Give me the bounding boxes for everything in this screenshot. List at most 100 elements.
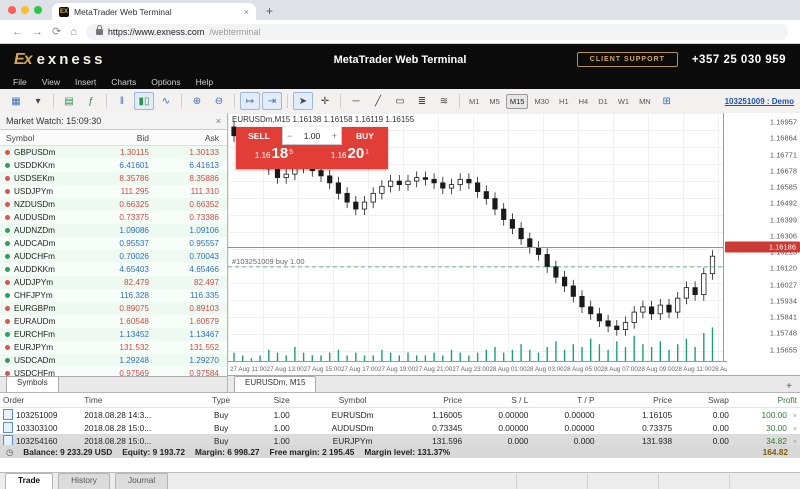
market-watch-row[interactable]: USDJPYm111.295111.310: [0, 185, 227, 198]
cycles-icon[interactable]: ≋: [434, 92, 454, 110]
ask-value: 0.66352: [157, 200, 227, 209]
add-chart-icon[interactable]: +: [786, 381, 792, 392]
volume-value[interactable]: 1.00: [304, 131, 321, 141]
menu-options[interactable]: Options: [151, 77, 180, 87]
text-label-icon[interactable]: ▭: [390, 92, 410, 110]
volume-stepper[interactable]: − 1.00 +: [282, 127, 342, 145]
orders-column-time[interactable]: Time: [81, 395, 191, 405]
market-watch-row[interactable]: AUDUSDm0.733750.73386: [0, 211, 227, 224]
sell-price[interactable]: 1.16 18 5: [236, 145, 312, 169]
zoom-in-icon[interactable]: ⊕: [187, 92, 207, 110]
new-chart-icon[interactable]: ▦: [6, 92, 26, 110]
menu-file[interactable]: File: [13, 77, 27, 87]
orders-column-order[interactable]: Order: [0, 395, 81, 405]
orders-column-size[interactable]: Size: [251, 395, 312, 405]
tab-symbols[interactable]: Symbols: [6, 376, 59, 392]
timeframe-m15[interactable]: M15: [506, 94, 529, 109]
orders-column-sl[interactable]: S / L: [465, 395, 531, 405]
new-order-icon[interactable]: ▤: [59, 92, 79, 110]
market-watch-row[interactable]: EURAUDm1.605481.60579: [0, 315, 227, 328]
periods-icon[interactable]: ≣: [412, 92, 432, 110]
timeframe-m5[interactable]: M5: [485, 94, 503, 109]
market-watch-row[interactable]: NZDUSDm0.663250.66352: [0, 198, 227, 211]
address-bar[interactable]: https://www.exness.com/webterminal: [86, 24, 788, 40]
home-icon[interactable]: ⌂: [70, 26, 77, 38]
trend-line-icon[interactable]: ╱: [368, 92, 388, 110]
close-market-watch-icon[interactable]: ×: [216, 116, 221, 126]
browser-tab[interactable]: EX MetaTrader Web Terminal ×: [52, 3, 256, 20]
indicators-icon[interactable]: ƒ: [81, 92, 101, 110]
minimize-window-button[interactable]: [21, 6, 29, 14]
chart-shift-icon[interactable]: ⇥: [262, 92, 282, 110]
orders-column-swap[interactable]: Swap: [675, 395, 732, 405]
horizontal-line-icon[interactable]: ─: [346, 92, 366, 110]
timeframe-d1[interactable]: D1: [594, 94, 612, 109]
close-tab-icon[interactable]: ×: [244, 7, 249, 17]
tile-windows-icon[interactable]: ⊞: [657, 92, 677, 110]
chart-dropdown-icon[interactable]: ▾: [28, 92, 48, 110]
reload-icon[interactable]: ⟳: [52, 25, 61, 38]
tab-history[interactable]: History: [58, 473, 110, 489]
menu-charts[interactable]: Charts: [111, 77, 136, 87]
volume-increase-icon[interactable]: +: [332, 131, 337, 141]
market-watch-row[interactable]: AUDNZDm1.090861.09106: [0, 224, 227, 237]
order-row[interactable]: 1032510092018.08.28 14:3...Buy1.00EURUSD…: [0, 408, 800, 421]
close-position-button[interactable]: ×: [793, 413, 797, 420]
close-position-button[interactable]: ×: [793, 426, 797, 433]
new-tab-button[interactable]: +: [266, 3, 273, 20]
margin-level-value: Margin level: 131.37%: [364, 447, 450, 457]
menu-help[interactable]: Help: [196, 77, 213, 87]
bar-chart-icon[interactable]: ‖: [112, 92, 132, 110]
menu-view[interactable]: View: [42, 77, 60, 87]
orders-column-symbol[interactable]: Symbol: [312, 395, 393, 405]
symbol-name: EURGBPm: [14, 304, 87, 313]
buy-price-sup: 1: [365, 149, 369, 156]
candlestick-chart-icon[interactable]: ▮▯: [134, 92, 154, 110]
timeframe-m30[interactable]: M30: [530, 94, 553, 109]
buy-price[interactable]: 1.16 20 1: [312, 145, 388, 169]
forward-icon[interactable]: →: [32, 26, 43, 38]
crosshair-icon[interactable]: ✛: [315, 92, 335, 110]
volume-decrease-icon[interactable]: −: [287, 131, 292, 141]
bid-value: 82.479: [87, 278, 157, 287]
market-watch-row[interactable]: USDDKKm6.416016.41613: [0, 159, 227, 172]
market-watch-row[interactable]: EURCHFm1.134521.13467: [0, 328, 227, 341]
market-watch-row[interactable]: USDCADm1.292481.29270: [0, 354, 227, 367]
zoom-out-icon[interactable]: ⊖: [209, 92, 229, 110]
market-watch-row[interactable]: CHFJPYm116.328116.335: [0, 289, 227, 302]
market-watch-row[interactable]: EURGBPm0.890750.89103: [0, 302, 227, 315]
market-watch-row[interactable]: AUDJPYm82.47982.497: [0, 276, 227, 289]
timeframe-w1[interactable]: W1: [614, 94, 633, 109]
timeframe-h4[interactable]: H4: [575, 94, 593, 109]
tab-journal[interactable]: Journal: [115, 473, 168, 489]
cursor-icon[interactable]: ➤: [293, 92, 313, 110]
market-watch-row[interactable]: AUDDKKm4.654034.65466: [0, 263, 227, 276]
market-watch-row[interactable]: EURJPYm131.532131.552: [0, 341, 227, 354]
market-watch-row[interactable]: AUDCADm0.955370.95557: [0, 237, 227, 250]
market-watch-row[interactable]: GBPUSDm1.301151.30133: [0, 146, 227, 159]
timeframe-mn[interactable]: MN: [635, 94, 655, 109]
autoscroll-icon[interactable]: ↦: [240, 92, 260, 110]
menu-insert[interactable]: Insert: [75, 77, 96, 87]
client-support-button[interactable]: CLIENT SUPPORT: [577, 52, 678, 67]
timeframe-m1[interactable]: M1: [465, 94, 483, 109]
market-watch-row[interactable]: USDSEKm8.357868.35886: [0, 172, 227, 185]
sell-button[interactable]: SELL: [236, 127, 282, 145]
buy-button[interactable]: BUY: [342, 127, 388, 145]
close-window-button[interactable]: [8, 6, 16, 14]
orders-column-price2[interactable]: Price: [598, 395, 676, 405]
maximize-window-button[interactable]: [34, 6, 42, 14]
orders-column-type[interactable]: Type: [191, 395, 252, 405]
orders-column-profit[interactable]: Profit: [732, 395, 800, 405]
line-chart-icon[interactable]: ∿: [156, 92, 176, 110]
tab-chart-eurusd[interactable]: EURUSDm, M15: [234, 376, 316, 392]
market-watch-row[interactable]: AUDCHFm0.700260.70043: [0, 250, 227, 263]
back-icon[interactable]: ←: [12, 26, 23, 38]
order-row[interactable]: 1033031002018.08.28 15:0...Buy1.00AUDUSD…: [0, 421, 800, 434]
orders-column-price[interactable]: Price: [393, 395, 465, 405]
orders-column-tp[interactable]: T / P: [531, 395, 597, 405]
green-dot-icon: [5, 241, 10, 246]
timeframe-h1[interactable]: H1: [555, 94, 573, 109]
tab-trade[interactable]: Trade: [5, 473, 53, 489]
account-link[interactable]: 103251009 : Demo: [725, 97, 794, 106]
